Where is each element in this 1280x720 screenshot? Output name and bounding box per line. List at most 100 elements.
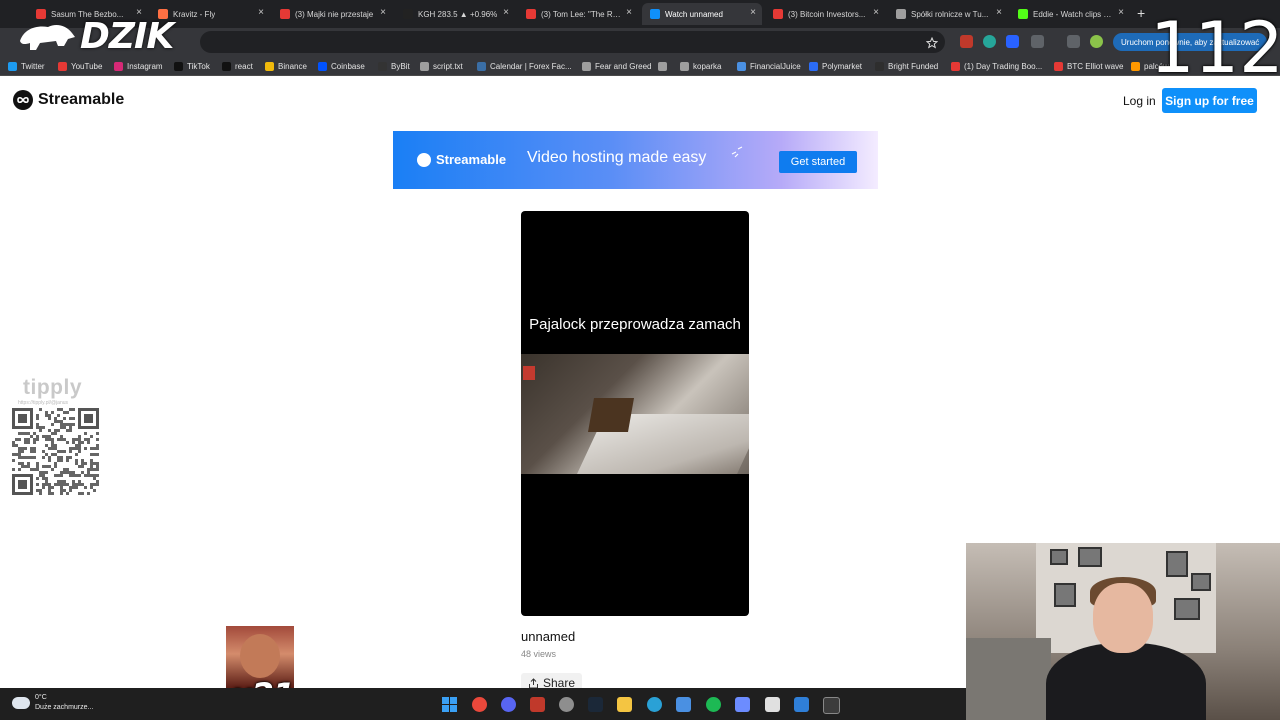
boar-icon bbox=[20, 25, 75, 50]
notepad-icon[interactable] bbox=[765, 697, 780, 712]
bookmark-item[interactable]: Polymarket bbox=[809, 59, 862, 73]
chrome-icon[interactable] bbox=[472, 697, 487, 712]
close-tab-icon[interactable]: × bbox=[258, 7, 264, 18]
bookmark-item[interactable]: Instagram bbox=[114, 59, 163, 73]
browser-tab[interactable]: Spółki rolnicze w Tu... × bbox=[888, 3, 1008, 25]
close-tab-icon[interactable]: × bbox=[873, 7, 879, 18]
browser-tab[interactable]: (3) Tom Lee: "The Re... × bbox=[518, 3, 638, 25]
profile-avatar-icon[interactable] bbox=[1090, 35, 1103, 48]
tab-label: Watch unnamed bbox=[665, 9, 723, 19]
tab-label: (3) Tom Lee: "The Re... bbox=[541, 9, 621, 19]
browser-tab[interactable]: KGH 283.5 ▲ +0.96% × bbox=[395, 3, 515, 25]
extensions-puzzle-icon[interactable] bbox=[1031, 35, 1044, 48]
logo-text: DZIK bbox=[80, 15, 174, 57]
bookmark-favicon-icon bbox=[222, 61, 231, 71]
bookmark-favicon-icon bbox=[477, 61, 486, 71]
bookmark-item[interactable]: Binance bbox=[265, 59, 307, 73]
bookmark-item[interactable]: ByBit bbox=[378, 59, 410, 73]
app-icon[interactable] bbox=[647, 697, 662, 712]
bookmark-item[interactable]: (1) Day Trading Boo... bbox=[951, 59, 1042, 73]
get-started-button[interactable]: Get started bbox=[779, 151, 857, 173]
close-tab-icon[interactable]: × bbox=[503, 7, 509, 18]
browser-tab[interactable]: (3) Bitcoin Investors... × bbox=[765, 3, 885, 25]
close-tab-icon[interactable]: × bbox=[750, 7, 756, 18]
bookmark-label: Coinbase bbox=[331, 61, 365, 71]
extension-icon[interactable] bbox=[960, 35, 973, 48]
bookmark-favicon-icon bbox=[582, 61, 591, 71]
app-icon[interactable] bbox=[530, 697, 545, 712]
taskbar: 0°C Duże zachmurze... bbox=[0, 688, 966, 720]
close-tab-icon[interactable]: × bbox=[1118, 7, 1124, 18]
terminal-icon[interactable] bbox=[823, 697, 840, 714]
close-tab-icon[interactable]: × bbox=[380, 7, 386, 18]
tab-favicon-icon bbox=[403, 9, 413, 19]
bookmark-item[interactable]: Twitter bbox=[8, 59, 45, 73]
star-bookmark-icon[interactable] bbox=[925, 36, 939, 49]
new-tab-button[interactable]: + bbox=[1137, 5, 1145, 21]
weather-widget[interactable]: 0°C Duże zachmurze... bbox=[12, 693, 93, 713]
close-tab-icon[interactable]: × bbox=[626, 7, 632, 18]
bookmark-favicon-icon bbox=[420, 61, 429, 71]
streamable-logo[interactable]: Streamable bbox=[13, 90, 124, 110]
dzik-logo: DZIK bbox=[18, 15, 174, 57]
bookmark-item[interactable] bbox=[658, 59, 671, 73]
tab-favicon-icon bbox=[896, 9, 906, 19]
qr-code bbox=[12, 408, 99, 495]
bookmark-item[interactable]: Coinbase bbox=[318, 59, 365, 73]
extension-icon[interactable] bbox=[983, 35, 996, 48]
tipply-logo: tipply bbox=[23, 376, 82, 399]
steam-icon[interactable] bbox=[588, 697, 603, 712]
bookmark-item[interactable]: koparka bbox=[680, 59, 721, 73]
bookmark-label: Twitter bbox=[21, 61, 45, 71]
bookmark-label: Polymarket bbox=[822, 61, 863, 71]
weather-description: Duże zachmurze... bbox=[35, 704, 94, 711]
share-icon bbox=[528, 677, 538, 688]
bookmark-label: YouTube bbox=[71, 61, 103, 71]
browser-tab[interactable]: Eddie - Watch clips o... × bbox=[1010, 3, 1130, 25]
app-icon[interactable] bbox=[794, 697, 809, 712]
view-count: 48 views bbox=[521, 649, 557, 659]
spotify-icon[interactable] bbox=[706, 697, 721, 712]
overlay-badge-icon bbox=[523, 366, 535, 380]
video-player[interactable]: Pajalock przeprowadza zamach bbox=[521, 211, 749, 616]
bookmark-label: Fear and Greed bbox=[595, 61, 652, 71]
bookmark-item[interactable]: Bright Funded bbox=[875, 59, 938, 73]
bookmark-item[interactable]: TikTok bbox=[174, 59, 210, 73]
bookmark-item[interactable]: YouTube bbox=[58, 59, 102, 73]
bookmark-item[interactable]: script.txt bbox=[420, 59, 463, 73]
browser-tab[interactable]: Watch unnamed × bbox=[642, 3, 762, 25]
bookmark-item[interactable]: Fear and Greed bbox=[582, 59, 651, 73]
address-bar[interactable] bbox=[200, 31, 945, 53]
bookmark-label: ByBit bbox=[391, 61, 410, 71]
brand-name: Streamable bbox=[38, 91, 125, 108]
bookmark-item[interactable]: Calendar | Forex Fac... bbox=[477, 59, 572, 73]
bookmark-item[interactable]: BTC Elliot wave bbox=[1054, 59, 1123, 73]
tab-label: (3) Bitcoin Investors... bbox=[788, 9, 866, 19]
streamable-icon bbox=[417, 152, 431, 167]
banner-tagline: Video hosting made easy bbox=[527, 149, 707, 166]
close-tab-icon[interactable]: × bbox=[996, 7, 1002, 18]
webcam-feed bbox=[966, 543, 1280, 720]
promo-banner[interactable]: Streamable Video hosting made easy Get s… bbox=[393, 131, 878, 189]
discord-icon[interactable] bbox=[501, 697, 516, 712]
browser-tab[interactable]: (3) Majki nie przestaje × bbox=[272, 3, 392, 25]
bookmark-item[interactable]: FinancialJuice bbox=[737, 59, 801, 73]
bookmark-favicon-icon bbox=[1131, 61, 1140, 71]
app-icon[interactable] bbox=[676, 697, 691, 712]
bookmark-favicon-icon bbox=[265, 61, 274, 71]
app-icon[interactable] bbox=[735, 697, 750, 712]
signup-button[interactable]: Sign up for free bbox=[1162, 88, 1257, 113]
obs-icon[interactable] bbox=[559, 697, 574, 712]
bookmark-label: Bright Funded bbox=[888, 61, 939, 71]
bookmark-item[interactable]: react bbox=[222, 59, 253, 73]
bookmark-label: react bbox=[235, 61, 253, 71]
tab-label: (3) Majki nie przestaje bbox=[295, 9, 374, 19]
extension-icon[interactable] bbox=[1006, 35, 1019, 48]
folder-icon[interactable] bbox=[617, 697, 632, 712]
login-link[interactable]: Log in bbox=[1123, 94, 1156, 108]
sparkle-icon bbox=[731, 146, 743, 158]
bookmark-label: koparka bbox=[693, 61, 722, 71]
start-icon[interactable] bbox=[442, 697, 457, 712]
bookmark-label: FinancialJuice bbox=[750, 61, 801, 71]
reading-list-icon[interactable] bbox=[1067, 35, 1080, 48]
